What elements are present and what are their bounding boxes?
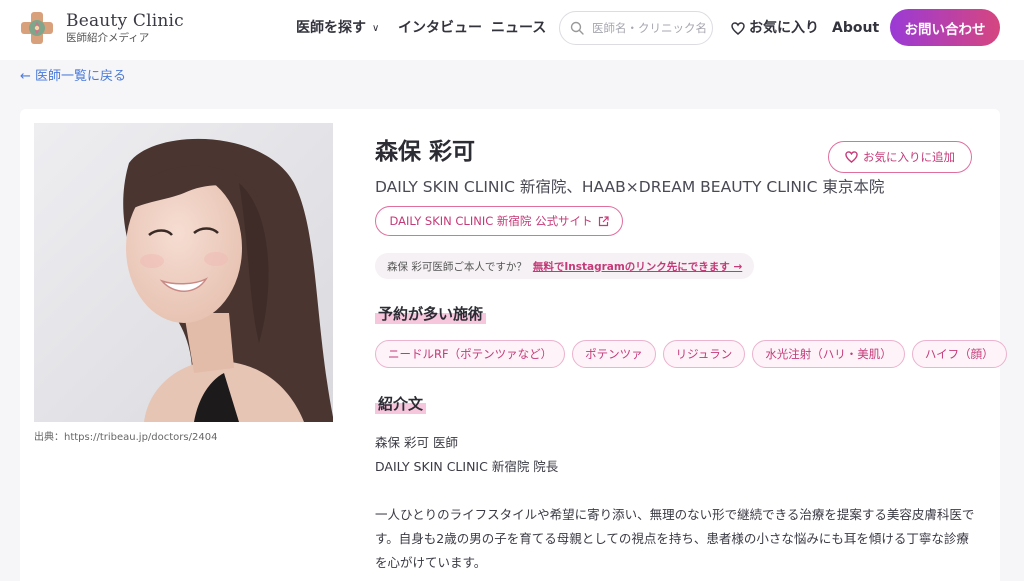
claim-question: 森保 彩可医師ご本人ですか？ <box>387 260 527 273</box>
add-favorite-button[interactable]: お気に入りに追加 <box>828 141 972 173</box>
treatment-tag[interactable]: ポテンツァ <box>572 340 656 368</box>
doctor-profile-card: 出典：https://tribeau.jp/doctors/2404 森保 彩可… <box>20 109 1007 581</box>
nav-about[interactable]: About <box>832 19 879 37</box>
nav-find-doctor[interactable]: 医師を探す ∨ <box>296 19 379 38</box>
search-input[interactable] <box>592 19 708 37</box>
doctor-clinics: DAILY SKIN CLINIC 新宿院、HAAB×DREAM BEAUTY … <box>375 178 885 196</box>
claim-instagram-link[interactable]: 無料でInstagramのリンク先にできます → <box>533 259 742 274</box>
introduction-heading: 紹介文 <box>375 394 427 414</box>
nav-news[interactable]: ニュース <box>491 19 546 37</box>
doctor-photo <box>34 123 333 422</box>
chevron-down-icon: ∨ <box>372 23 380 34</box>
treatment-tags: ニードルRF（ポテンツァなど） ポテンツァ リジュラン 水光注射（ハリ・美肌） ハイフ（… <box>375 340 1007 368</box>
external-link-icon <box>598 215 609 226</box>
intro-clinic-role: DAILY SKIN CLINIC 新宿院 院長 <box>375 459 559 474</box>
nav-favorites-label: お気に入り <box>749 20 819 36</box>
claim-profile-banner: 森保 彩可医師ご本人ですか？ 無料でInstagramのリンク先にできます → <box>375 253 755 279</box>
nav-interview[interactable]: インタビュー <box>398 19 482 37</box>
brand-title: Beauty Clinic <box>66 11 184 31</box>
intro-body: 一人ひとりのライフスタイルや希望に寄り添い、無理のない形で継続できる治療を提案す… <box>375 507 975 570</box>
treatment-tag[interactable]: ニードルRF（ポテンツァなど） <box>375 340 566 368</box>
treatment-tag[interactable]: 水光注射（ハリ・美肌） <box>752 340 905 368</box>
clinic-logo-icon[interactable] <box>20 11 54 45</box>
introduction-text: 森保 彩可 医師 DAILY SKIN CLINIC 新宿院 院長 一人ひとりの… <box>375 431 975 575</box>
brand[interactable]: Beauty Clinic 医師紹介メディア <box>66 11 184 45</box>
intro-doctor-title: 森保 彩可 医師 <box>375 435 458 450</box>
back-to-list-link[interactable]: ← 医師一覧に戻る <box>20 69 126 85</box>
treatment-tag[interactable]: リジュラン <box>662 340 746 368</box>
heart-icon <box>731 21 745 35</box>
search-icon <box>570 21 584 35</box>
site-header: Beauty Clinic 医師紹介メディア 医師を探す ∨ インタビュー ニュー… <box>0 0 1024 60</box>
nav-favorites[interactable]: お気に入り <box>731 19 819 37</box>
heart-icon <box>845 151 858 163</box>
doctor-portrait-image <box>34 123 333 422</box>
official-site-button[interactable]: DAILY SKIN CLINIC 新宿院 公式サイト <box>375 206 623 236</box>
treatment-tag[interactable]: ハイフ（顔） <box>911 340 1007 368</box>
contact-button[interactable]: お問い合わせ <box>890 9 1000 46</box>
brand-subtitle: 医師紹介メディア <box>66 32 150 44</box>
search-box <box>559 11 713 45</box>
nav-find-doctor-label: 医師を探す <box>296 20 366 36</box>
doctor-name: 森保 彩可 <box>375 138 476 165</box>
photo-source-credit: 出典：https://tribeau.jp/doctors/2404 <box>34 432 218 443</box>
add-favorite-label: お気に入りに追加 <box>863 150 955 164</box>
official-site-label: DAILY SKIN CLINIC 新宿院 公式サイト <box>389 214 593 228</box>
popular-treatments-heading: 予約が多い施術 <box>375 304 487 324</box>
